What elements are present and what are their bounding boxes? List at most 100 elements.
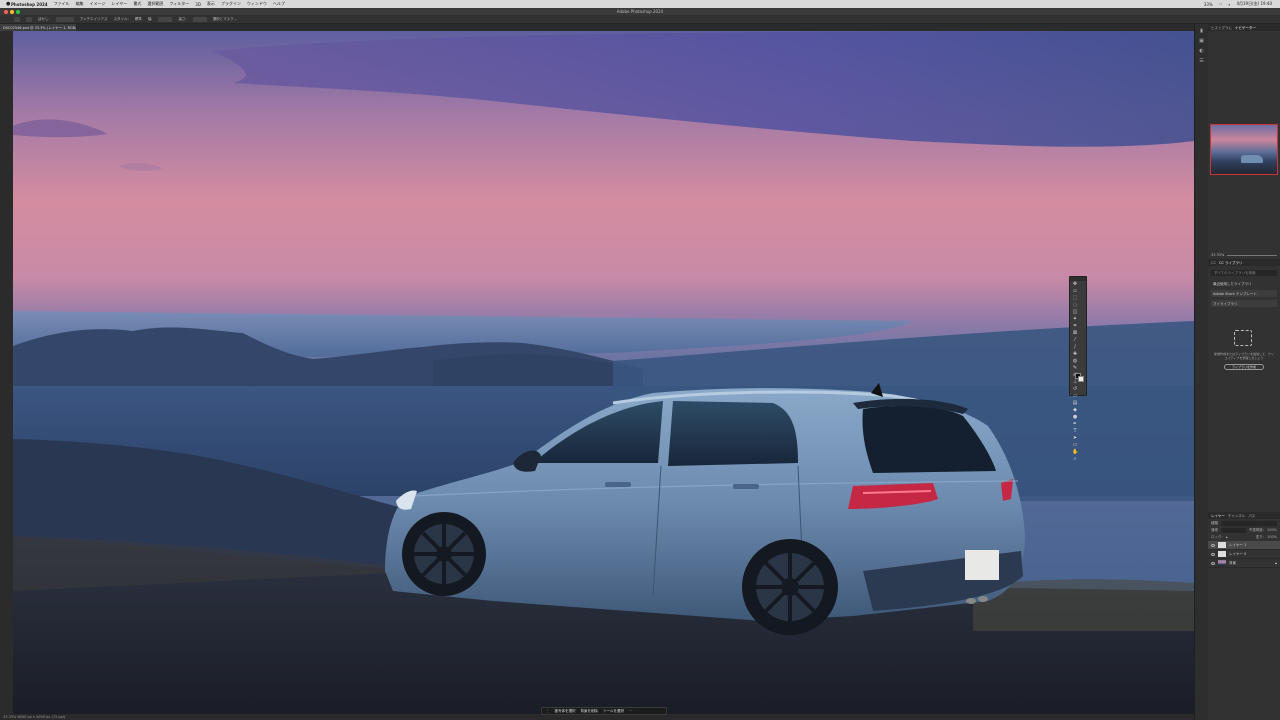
marquee-tool-icon[interactable]: ⬚ — [1072, 295, 1078, 301]
select-and-mask-button[interactable]: 選択とマスク... — [213, 17, 237, 22]
tab-paths[interactable]: パス — [1248, 514, 1255, 519]
library-illustration-icon — [1234, 330, 1252, 346]
libraries-panel-icon[interactable]: ☰ — [1199, 58, 1205, 64]
adjustments-panel-icon[interactable]: ◐ — [1199, 48, 1205, 54]
ruler-tool-icon[interactable]: ∕ — [1072, 344, 1078, 350]
libraries-panel: すべてのライブラリを検索 最近使用したライブラリ Adobe Stock テンプ… — [1208, 270, 1280, 512]
histogram-panel-icon[interactable]: ▮ — [1199, 28, 1205, 34]
eyedropper-tool-icon[interactable]: ⁄ — [1072, 337, 1078, 343]
home-button[interactable] — [14, 16, 20, 22]
menu-plugins[interactable]: プラグイン — [221, 1, 241, 7]
layer-filter-kind[interactable]: 種類 — [1211, 521, 1218, 526]
shape-tool-icon[interactable]: ▭ — [1072, 442, 1078, 448]
type-tool-icon[interactable]: T — [1072, 428, 1078, 434]
tab-channels[interactable]: チャンネル — [1228, 514, 1245, 519]
gradient-tool-icon[interactable]: ▤ — [1072, 400, 1078, 406]
tool-preset-picker[interactable] — [26, 16, 32, 22]
remove-background-button[interactable]: 背景を削除 — [581, 709, 599, 714]
fill-value[interactable]: 100% — [1267, 535, 1277, 539]
menu-type[interactable]: 書式 — [133, 1, 141, 7]
tab-cc[interactable]: CC — [1211, 261, 1216, 266]
path-select-tool-icon[interactable]: ➤ — [1072, 435, 1078, 441]
blur-tool-icon[interactable]: ◆ — [1072, 407, 1078, 413]
left-gutter — [0, 31, 13, 714]
eraser-tool-icon[interactable]: ▱ — [1072, 393, 1078, 399]
brush-tool-icon[interactable]: ✎ — [1072, 365, 1078, 371]
menubar-clock[interactable]: 4月19日(金) 19:40 — [1236, 1, 1272, 7]
blend-mode-field[interactable] — [1221, 527, 1246, 533]
context-grip-icon[interactable]: ⋮ — [546, 709, 550, 713]
navigator-car-shape — [1241, 155, 1263, 163]
object-select-tool-icon[interactable]: ◫ — [1072, 309, 1078, 315]
wifi-icon[interactable]: ◠ — [1219, 2, 1223, 7]
navigator-panel — [1208, 31, 1280, 251]
menu-image[interactable]: イメージ — [90, 1, 106, 7]
navigator-zoom-value[interactable]: 33.33% — [1211, 253, 1224, 257]
background-color-swatch[interactable] — [1078, 376, 1084, 382]
hand-tool-icon[interactable]: ✋ — [1072, 449, 1078, 455]
more-options-icon[interactable]: ⋯ — [629, 709, 633, 713]
menu-layer[interactable]: レイヤー — [111, 1, 127, 7]
layer-row[interactable]: 背景 🔒︎ — [1208, 559, 1280, 568]
opacity-label: 不透明度: — [1248, 527, 1264, 532]
select-tool-button[interactable]: ツールを選択 — [603, 709, 624, 714]
layer-blend-row: 通常 不透明度: 100% — [1211, 527, 1277, 533]
battery-status[interactable]: 33% — [1204, 2, 1213, 7]
create-library-button[interactable]: ライブラリを作成 — [1224, 364, 1264, 370]
menu-file[interactable]: ファイル — [54, 1, 70, 7]
layer-name: レイヤー 0 — [1229, 551, 1247, 556]
navigator-preview[interactable] — [1210, 124, 1278, 175]
layer-lock-row: ロック: 🔒︎ 塗り: 100% — [1211, 534, 1277, 540]
menu-help[interactable]: ヘルプ — [273, 1, 285, 7]
antialias-checkbox[interactable]: アンチエイリアス — [80, 17, 108, 22]
crop-tool-icon[interactable]: ⌗ — [1072, 323, 1078, 329]
feather-input[interactable] — [55, 16, 74, 22]
healing-brush-tool-icon[interactable]: ✚ — [1072, 351, 1078, 357]
document-tab[interactable]: DSC02546.psd @ 33.3% (レイヤー 1, RGB/16) — [0, 24, 76, 31]
blend-mode-select[interactable]: 通常 — [1211, 528, 1218, 533]
library-item-my-library[interactable]: マイライブラリ — [1211, 300, 1277, 307]
navigator-zoom-slider[interactable] — [1227, 254, 1277, 256]
tab-layers[interactable]: レイヤー — [1211, 514, 1225, 519]
height-input[interactable] — [192, 16, 207, 22]
photoshop-app: ● Photoshop 2024 ファイル 編集 イメージ レイヤー 書式 選択… — [0, 0, 1280, 720]
artboard-tool-icon[interactable]: ▫ — [1072, 288, 1078, 294]
visibility-eye-icon[interactable] — [1211, 543, 1215, 547]
layer-filter-row: 種類 — [1211, 520, 1277, 526]
dodge-tool-icon[interactable]: ● — [1072, 414, 1078, 420]
opacity-value[interactable]: 100% — [1267, 528, 1277, 532]
lock-label: ロック: — [1211, 534, 1223, 539]
tab-cc-libraries[interactable]: CC ライブラリ — [1219, 261, 1243, 266]
menu-app-name[interactable]: Photoshop 2024 — [11, 2, 48, 7]
menu-edit[interactable]: 編集 — [76, 1, 84, 7]
menu-select[interactable]: 選択範囲 — [147, 1, 163, 7]
menu-3d[interactable]: 3D — [195, 2, 201, 7]
library-item-stock[interactable]: Adobe Stock テンプレート — [1211, 290, 1277, 297]
magic-wand-tool-icon[interactable]: ✦ — [1072, 316, 1078, 322]
search-icon[interactable]: ⌕ — [1228, 2, 1230, 7]
history-brush-tool-icon[interactable]: ↺ — [1072, 386, 1078, 392]
frame-tool-icon[interactable]: ⊠ — [1072, 330, 1078, 336]
libraries-search-input[interactable]: すべてのライブラリを検索 — [1211, 270, 1277, 276]
width-input[interactable] — [158, 16, 173, 22]
macos-menubar: ● Photoshop 2024 ファイル 編集 イメージ レイヤー 書式 選択… — [0, 0, 1280, 8]
menu-filter[interactable]: フィルター — [169, 1, 189, 7]
properties-panel-icon[interactable]: ▣ — [1199, 38, 1205, 44]
lock-icon[interactable]: 🔒︎ — [1226, 535, 1228, 539]
move-tool-icon[interactable]: ✥ — [1072, 281, 1078, 287]
layer-filter-field[interactable] — [1221, 520, 1277, 526]
layer-row[interactable]: レイヤー 1 — [1208, 541, 1280, 550]
menu-window[interactable]: ウィンドウ — [247, 1, 267, 7]
patch-tool-icon[interactable]: ◍ — [1072, 358, 1078, 364]
select-subject-button[interactable]: 被写体を選択 — [555, 709, 576, 714]
visibility-eye-icon[interactable] — [1211, 552, 1215, 556]
style-select[interactable]: 標準 — [135, 17, 142, 22]
lasso-tool-icon[interactable]: ◌ — [1072, 302, 1078, 308]
visibility-eye-icon[interactable] — [1211, 561, 1215, 565]
zoom-tool-icon[interactable]: ⌕ — [1072, 456, 1078, 462]
layer-row[interactable]: レイヤー 0 — [1208, 550, 1280, 559]
navigator-zoom-row: 33.33% — [1208, 251, 1280, 259]
document-canvas[interactable] — [13, 31, 1194, 714]
menu-view[interactable]: 表示 — [207, 1, 215, 7]
pen-tool-icon[interactable]: ✒ — [1072, 421, 1078, 427]
